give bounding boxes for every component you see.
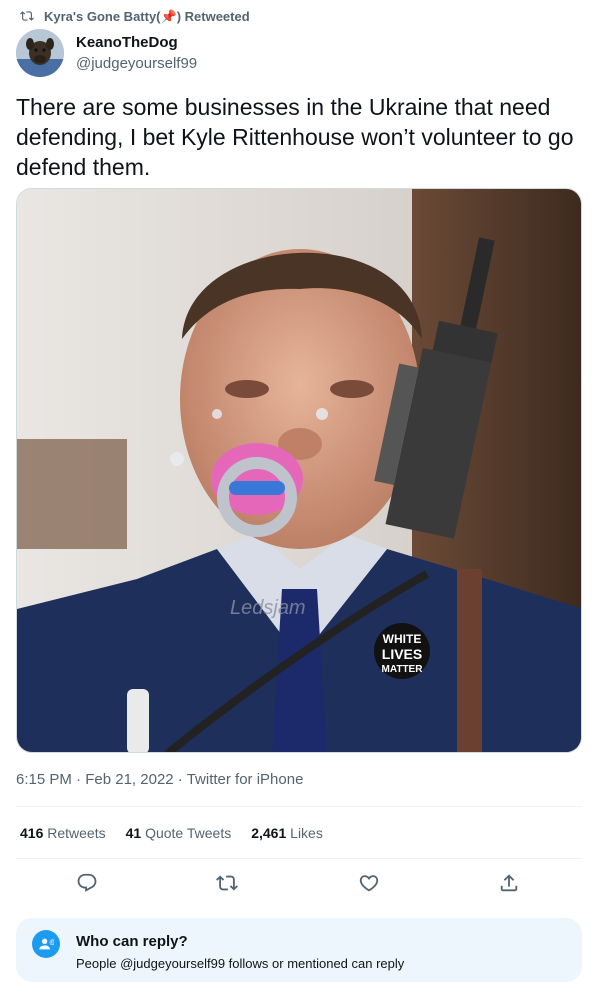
- tweet-actions: [16, 868, 582, 900]
- tweet-image[interactable]: Ledsjam WHITE LIVES MATTER: [16, 188, 582, 753]
- likes-stat[interactable]: 2,461 Likes: [251, 825, 323, 841]
- reply-icon[interactable]: [76, 872, 100, 896]
- author-display-name[interactable]: KeanoTheDog: [76, 34, 197, 51]
- who-can-reply-box[interactable]: @ Who can reply? People @judgeyourself99…: [16, 918, 582, 982]
- divider: [16, 858, 582, 859]
- who-can-reply-subtitle: People @judgeyourself99 follows or menti…: [76, 956, 405, 971]
- quotes-count: 41: [125, 825, 142, 841]
- image-watermark: Ledsjam: [230, 597, 306, 619]
- retweeted-by-label: Kyra's Gone Batty(📌) Retweeted: [44, 9, 250, 24]
- badge-line-1: WHITE: [383, 632, 422, 646]
- badge-line-3: MATTER: [382, 664, 424, 675]
- retweets-label: Retweets: [47, 825, 106, 841]
- retweets-stat[interactable]: 416 Retweets: [20, 825, 106, 841]
- share-icon[interactable]: [498, 872, 522, 896]
- avatar[interactable]: [16, 29, 64, 77]
- meta-separator-2: ·: [177, 771, 187, 788]
- likes-label: Likes: [290, 825, 323, 841]
- tweet-stats: 416 Retweets 41 Quote Tweets 2,461 Likes: [20, 825, 323, 841]
- retweeted-by[interactable]: Kyra's Gone Batty(📌) Retweeted: [20, 8, 250, 26]
- tweet-text: There are some businesses in the Ukraine…: [16, 94, 574, 180]
- retweet-icon[interactable]: [216, 872, 240, 896]
- badge-line-2: LIVES: [382, 646, 422, 662]
- svg-text:@: @: [49, 940, 54, 946]
- tweet-date[interactable]: Feb 21, 2022: [85, 771, 173, 788]
- retweets-count: 416: [20, 825, 44, 841]
- quote-tweets-stat[interactable]: 41 Quote Tweets: [126, 825, 232, 841]
- retweet-small-icon: [20, 9, 34, 26]
- tweet-time[interactable]: 6:15 PM: [16, 771, 72, 788]
- divider: [16, 806, 582, 807]
- who-can-reply-title: Who can reply?: [76, 933, 188, 950]
- likes-count: 2,461: [251, 825, 287, 841]
- tweet-author[interactable]: KeanoTheDog @judgeyourself99: [16, 29, 197, 77]
- tweet-meta: 6:15 PM · Feb 21, 2022 · Twitter for iPh…: [16, 771, 303, 788]
- tweet-source[interactable]: Twitter for iPhone: [187, 771, 304, 788]
- meta-separator-1: ·: [76, 771, 86, 788]
- author-handle[interactable]: @judgeyourself99: [76, 55, 197, 72]
- like-icon[interactable]: [358, 872, 382, 896]
- quotes-label: Quote Tweets: [145, 825, 232, 841]
- mention-person-icon: @: [32, 930, 60, 958]
